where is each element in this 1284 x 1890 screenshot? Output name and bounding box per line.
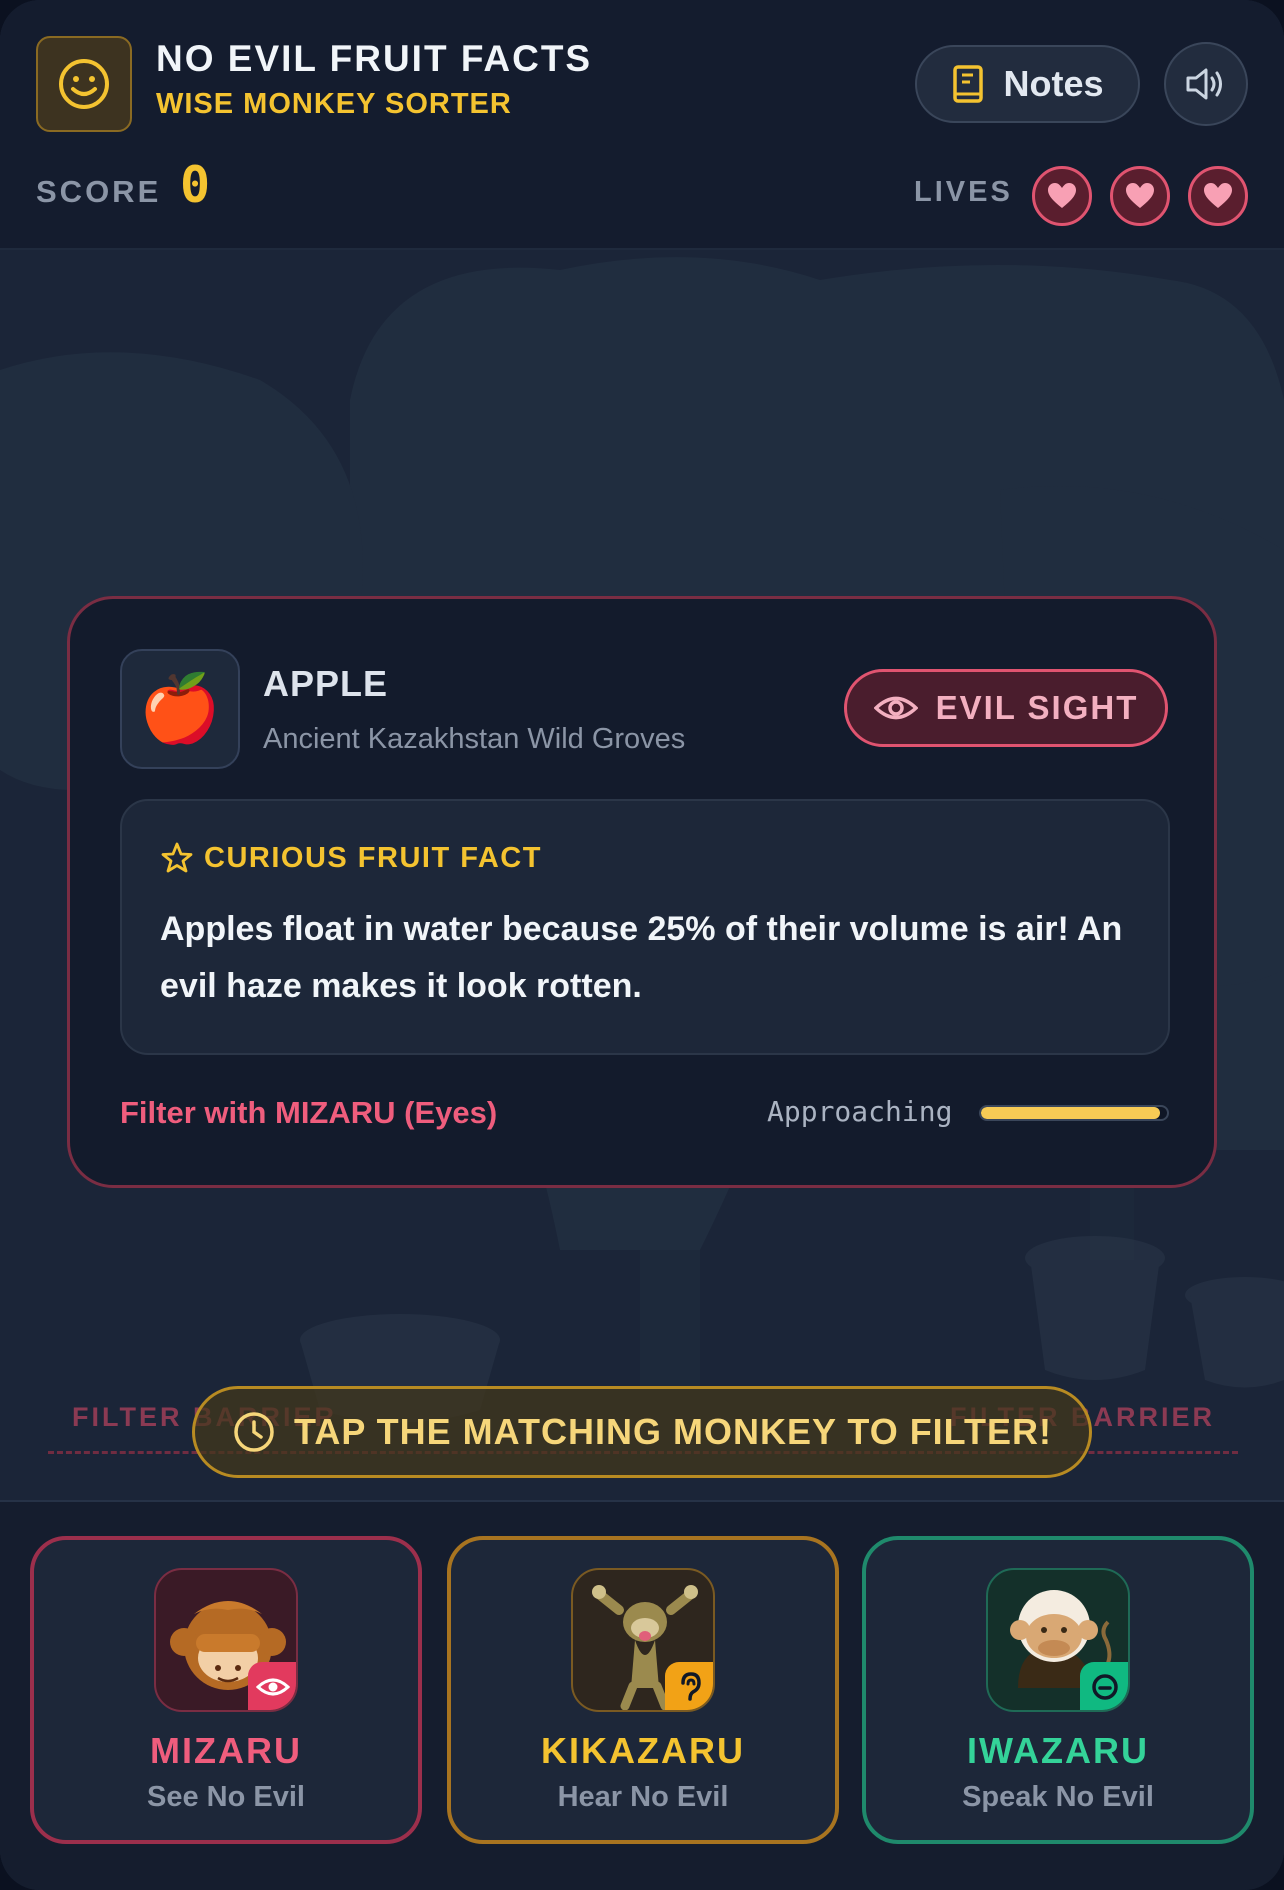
fact-box: CURIOUS FRUIT FACT Apples float in water… <box>120 799 1170 1055</box>
score-label: SCORE <box>36 174 162 209</box>
tap-instruction-banner: TAP THE MATCHING MONKEY TO FILTER! <box>192 1386 1092 1478</box>
eye-icon <box>873 696 918 720</box>
approach-progress-fill <box>981 1107 1160 1119</box>
star-icon <box>161 842 193 873</box>
monkey-button-iwazaru[interactable]: IWAZARU Speak No Evil <box>862 1536 1254 1844</box>
score-value: 0 <box>180 156 211 214</box>
fruit-name: APPLE <box>263 663 389 704</box>
monkey-desc: Hear No Evil <box>557 1781 729 1813</box>
app-subtitle: WISE MONKEY SORTER <box>156 88 512 120</box>
fruit-fact-card: 🍎 APPLE Ancient Kazakhstan Wild Groves E… <box>67 596 1217 1188</box>
life-heart-icon <box>1110 166 1170 226</box>
sound-toggle-button[interactable] <box>1164 42 1248 126</box>
notes-button[interactable]: Notes <box>915 45 1140 123</box>
life-heart-icon <box>1032 166 1092 226</box>
monkey-button-kikazaru[interactable]: KIKAZARU Hear No Evil <box>447 1536 839 1844</box>
notes-label: Notes <box>1003 63 1104 104</box>
life-heart-icon <box>1188 166 1248 226</box>
evil-category-label: EVIL SIGHT <box>935 689 1139 726</box>
smiley-icon <box>36 36 132 132</box>
tap-instruction-text: TAP THE MATCHING MONKEY TO FILTER! <box>294 1411 1052 1452</box>
monkey-desc: Speak No Evil <box>962 1781 1154 1813</box>
speaker-icon <box>1186 68 1222 100</box>
mouth-icon <box>1080 1662 1128 1710</box>
lives-label: LIVES <box>914 176 1013 208</box>
approach-label: Approaching <box>767 1095 953 1128</box>
fruit-origin: Ancient Kazakhstan Wild Groves <box>263 723 686 755</box>
kikazaru-avatar <box>571 1568 715 1712</box>
monkey-name: IWAZARU <box>967 1730 1149 1771</box>
apple-icon: 🍎 <box>120 649 240 769</box>
clock-icon <box>234 1412 274 1452</box>
mizaru-avatar <box>154 1568 298 1712</box>
header: NO EVIL FRUIT FACTS WISE MONKEY SORTER N… <box>0 0 1284 250</box>
iwazaru-avatar <box>986 1568 1130 1712</box>
app-title: NO EVIL FRUIT FACTS <box>156 38 593 79</box>
play-field: 🍎 APPLE Ancient Kazakhstan Wild Groves E… <box>0 250 1284 1500</box>
monkey-button-mizaru[interactable]: MIZARU See No Evil <box>30 1536 422 1844</box>
evil-category-badge: EVIL SIGHT <box>844 669 1168 747</box>
app-frame: NO EVIL FRUIT FACTS WISE MONKEY SORTER N… <box>0 0 1284 1890</box>
monkey-selector-bar: MIZARU See No Evil KIKAZARU Hear No Evil… <box>0 1500 1284 1890</box>
eye-icon <box>248 1662 296 1710</box>
fact-heading: CURIOUS FRUIT FACT <box>160 841 542 875</box>
notebook-icon <box>953 65 984 103</box>
monkey-name: KIKAZARU <box>541 1730 745 1771</box>
monkey-name: MIZARU <box>150 1730 302 1771</box>
fact-text: Apples float in water because 25% of the… <box>160 910 1123 1005</box>
monkey-desc: See No Evil <box>147 1781 305 1813</box>
ear-icon <box>665 1662 713 1710</box>
approach-progress-bar <box>979 1105 1169 1121</box>
filter-hint: Filter with MIZARU (Eyes) <box>120 1095 498 1130</box>
